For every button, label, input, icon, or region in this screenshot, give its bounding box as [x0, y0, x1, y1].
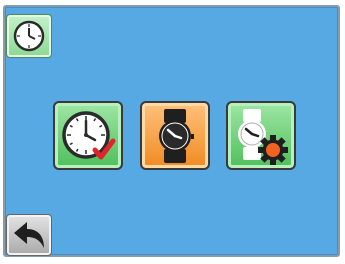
- clock-icon: [13, 20, 45, 52]
- watch-settings-tile[interactable]: [226, 101, 296, 170]
- clock-check-tile[interactable]: [53, 101, 123, 170]
- watch-settings-icon: [238, 108, 288, 165]
- wristwatch-icon: [159, 108, 194, 163]
- wristwatch-tile[interactable]: [140, 101, 210, 170]
- back-button[interactable]: [6, 214, 52, 256]
- clock-with-checkmark-icon: [62, 110, 116, 159]
- back-arrow-icon: [14, 222, 44, 248]
- clock-button[interactable]: [6, 14, 52, 58]
